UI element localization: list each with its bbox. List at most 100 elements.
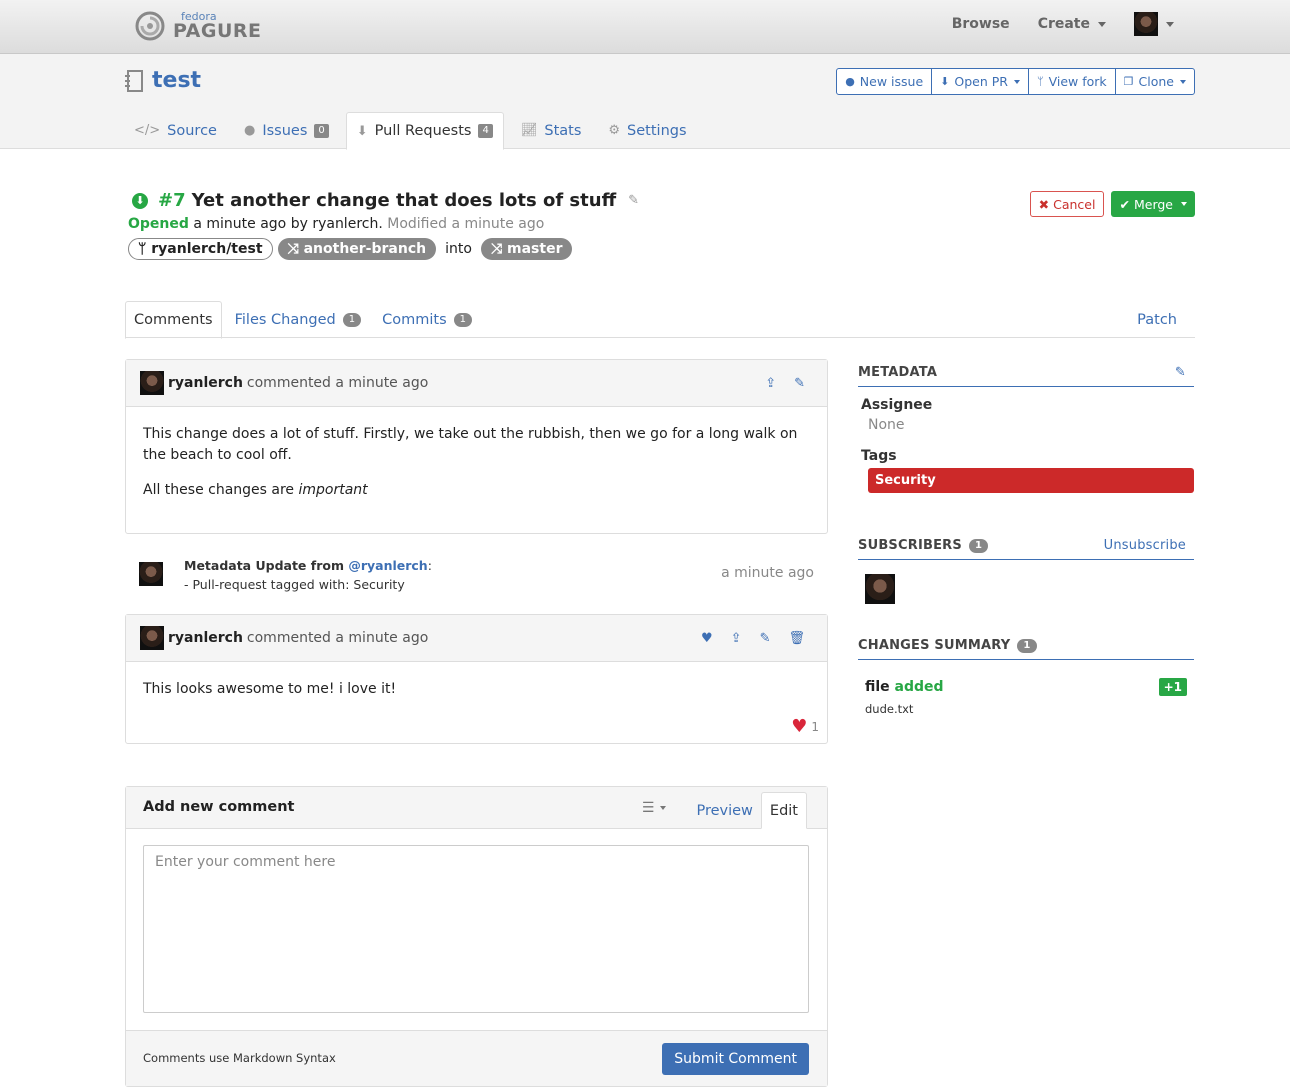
subscribers-count-badge: 1: [968, 538, 989, 553]
random-icon: ⤨: [287, 241, 304, 257]
merge-label: Merge: [1133, 196, 1173, 212]
pr-title: Yet another change that does lots of stu…: [191, 190, 617, 211]
pr-count-badge: 4: [478, 124, 493, 138]
tab-stats[interactable]: 📈︎ Stats: [511, 112, 592, 149]
metadata-update-colon: :: [427, 558, 432, 573]
repo-header: test ● New issue ⬇ Open PR ᛘ View fork ❐ Clo…: [0, 54, 1290, 150]
markdown-hint: Comments use Markdown Syntax: [143, 1051, 336, 1065]
new-issue-button[interactable]: ● New issue: [837, 69, 933, 94]
open-pr-button[interactable]: ⬇ Open PR: [932, 69, 1029, 94]
view-fork-button[interactable]: ᛘ View fork: [1029, 69, 1116, 94]
pencil-icon[interactable]: ✎: [794, 376, 805, 391]
pr-number: #7: [158, 190, 186, 211]
browse-link[interactable]: Browse: [938, 16, 1024, 32]
merge-button[interactable]: ✔ Merge: [1111, 191, 1195, 217]
source-branch-badge[interactable]: ⤨ another-branch: [277, 238, 437, 260]
pencil-icon[interactable]: ✎: [1175, 365, 1186, 380]
tab-source[interactable]: </> Source: [124, 112, 227, 149]
repo-name[interactable]: test: [152, 68, 201, 93]
avatar[interactable]: [140, 626, 164, 650]
pencil-icon[interactable]: ✎: [760, 631, 771, 646]
clone-label: Clone: [1138, 74, 1174, 89]
tab-pull-requests[interactable]: ⬇ Pull Requests 4: [345, 112, 504, 150]
tags-label: Tags: [861, 448, 897, 464]
trash-icon[interactable]: 🗑︎: [788, 631, 805, 646]
subscriber-avatar[interactable]: [865, 574, 895, 604]
exclamation-circle-icon: ●: [845, 75, 855, 88]
comment-textarea[interactable]: [143, 845, 809, 1013]
chevron-down-icon: [1180, 79, 1186, 84]
share-icon[interactable]: ⇪: [765, 376, 776, 391]
tag-security[interactable]: Security: [868, 468, 1194, 493]
file-status: added: [894, 679, 944, 695]
pencil-icon[interactable]: ✎: [628, 193, 639, 208]
repo-book-icon: [125, 69, 143, 92]
arrow-circle-icon: ⬇: [940, 75, 950, 88]
pr-modified-text: Modified a minute ago: [387, 216, 545, 232]
cancel-button[interactable]: ✖ Cancel: [1029, 191, 1105, 217]
share-icon[interactable]: ⇪: [731, 631, 742, 646]
changed-file-row[interactable]: file added +1: [858, 678, 1194, 696]
patch-link[interactable]: Patch: [1129, 301, 1185, 338]
subscribers-header: SUBSCRIBERS 1 Unsubscribe: [858, 532, 1194, 560]
tab-commits[interactable]: Commits 1: [374, 301, 480, 338]
comment-text: All these changes are: [143, 482, 299, 498]
pagure-logo[interactable]: fedora PAGURE: [133, 10, 262, 42]
edit-tab[interactable]: Edit: [760, 792, 807, 829]
chevron-down-icon: [1181, 202, 1187, 206]
list-format-menu[interactable]: ☰: [642, 800, 667, 829]
user-menu[interactable]: [1120, 12, 1188, 36]
new-comment-footer: Comments use Markdown Syntax Submit Comm…: [126, 1030, 827, 1086]
heart-icon[interactable]: ♥: [701, 631, 713, 646]
comment-body: This change does a lot of stuff. Firstly…: [126, 407, 827, 532]
heart-icon: ♥: [791, 716, 808, 737]
clone-button[interactable]: ❐ Clone: [1116, 69, 1194, 94]
comment-paragraph: This change does a lot of stuff. Firstly…: [143, 426, 798, 463]
comment-card: ryanlerch commented a minute ago ⇪ ✎ Thi…: [125, 359, 828, 534]
comment-user[interactable]: ryanlerch: [168, 630, 243, 646]
tab-issues[interactable]: ● Issues 0: [234, 112, 339, 149]
comment-time: commented a minute ago: [246, 375, 429, 391]
reaction-number: 1: [811, 719, 819, 734]
target-branch-label: master: [507, 241, 563, 257]
changes-summary-header: CHANGES SUMMARY 1: [858, 632, 1194, 660]
target-branch-badge[interactable]: ⤨ master: [480, 238, 573, 260]
comment-card: ryanlerch commented a minute ago ♥ ⇪ ✎ 🗑…: [125, 614, 828, 744]
view-fork-label: View fork: [1048, 74, 1107, 89]
assignee-value: None: [868, 417, 905, 433]
avatar[interactable]: [140, 371, 164, 395]
commits-count-badge: 1: [453, 312, 473, 327]
pagure-swirl-icon: [135, 11, 165, 41]
metadata-update-user-link[interactable]: @ryanlerch: [348, 558, 427, 573]
create-menu[interactable]: Create: [1024, 16, 1120, 32]
fork-icon: ᛘ: [1036, 75, 1044, 88]
tab-comments[interactable]: Comments: [125, 301, 222, 339]
new-issue-label: New issue: [859, 74, 924, 89]
submit-comment-button[interactable]: Submit Comment: [662, 1043, 809, 1075]
changes-summary-panel: CHANGES SUMMARY 1 file added +1 dude.txt: [858, 632, 1194, 716]
top-navbar: fedora PAGURE Browse Create: [0, 0, 1290, 54]
metadata-title: METADATA: [858, 365, 938, 380]
comment-user[interactable]: ryanlerch: [168, 375, 243, 391]
chevron-down-icon: [1166, 21, 1174, 27]
new-comment-form: Add new comment ☰ Preview Edit Comments …: [125, 786, 828, 1087]
preview-tab[interactable]: Preview: [688, 793, 760, 829]
pr-open-icon: ⬇: [132, 192, 148, 209]
reaction-count[interactable]: ♥ 1: [791, 716, 819, 737]
source-branch-label: another-branch: [303, 241, 427, 257]
avatar[interactable]: [139, 562, 163, 586]
file-name[interactable]: dude.txt: [865, 702, 1194, 716]
tab-files-changed[interactable]: Files Changed 1: [227, 301, 370, 338]
create-label: Create: [1037, 16, 1090, 32]
source-repo-badge[interactable]: ᛘ ryanlerch/test: [128, 238, 273, 260]
tab-source-label: Source: [167, 122, 217, 139]
tab-pull-requests-label: Pull Requests: [374, 123, 472, 139]
random-icon: ⤨: [490, 241, 508, 257]
tab-stats-label: Stats: [544, 122, 582, 139]
tab-settings[interactable]: ⚙ Settings: [598, 112, 696, 149]
unsubscribe-link[interactable]: Unsubscribe: [1104, 538, 1186, 553]
repo-tabs: </> Source ● Issues 0 ⬇ Pull Requests 4 📈︎ Sta…: [124, 112, 704, 150]
issues-count-badge: 0: [314, 123, 329, 138]
metadata-update-time: a minute ago: [721, 565, 814, 581]
exclamation-circle-icon: ●: [243, 123, 256, 138]
